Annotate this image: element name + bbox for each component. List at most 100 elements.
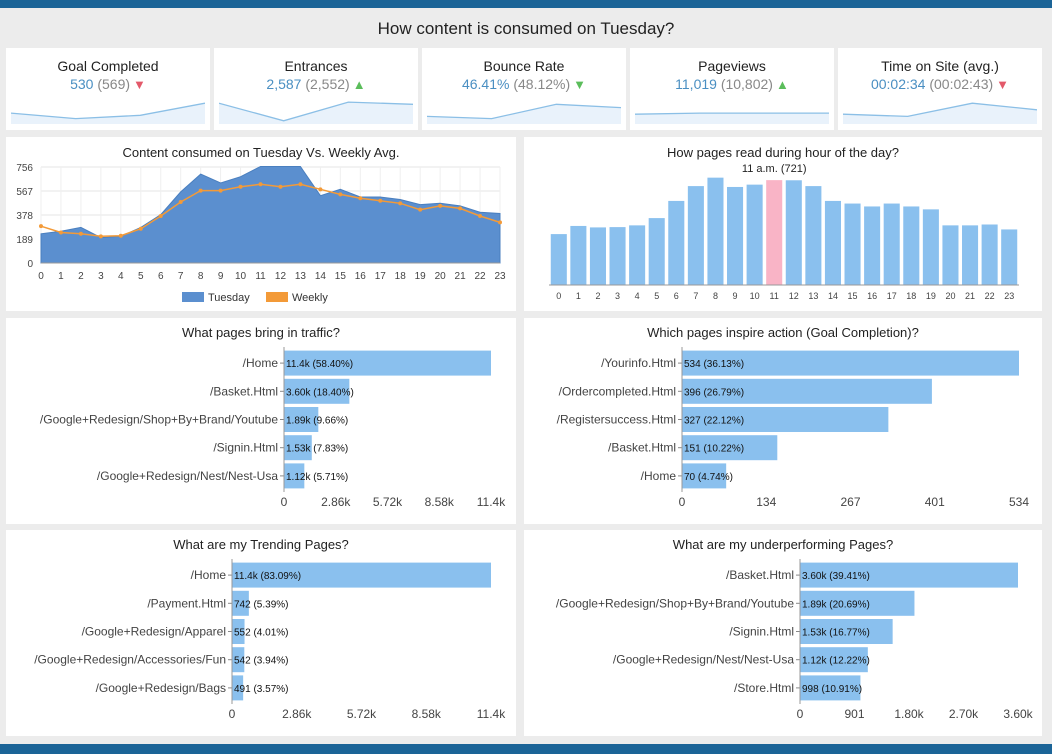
x-tick-label: 19 — [415, 271, 427, 282]
page-title: How content is consumed on Tuesday? — [377, 19, 675, 38]
data-label: 552 (4.01%) — [234, 628, 288, 639]
hbar-chart-goal[interactable]: /Yourinfo.Html 534 (36.13%) /Ordercomplete… — [524, 318, 1042, 524]
category-label: /Yourinfo.Html — [601, 356, 676, 370]
data-label: 1.12k (12.22%) — [802, 656, 870, 667]
y-tick-label: 567 — [16, 187, 33, 198]
category-label: /Home — [641, 469, 677, 483]
bar — [727, 186, 744, 285]
x-tick-label: 401 — [925, 495, 945, 509]
bar-annotation: 11 a.m. (721) — [742, 163, 807, 175]
y-tick-label: 378 — [16, 211, 33, 222]
trend-down-icon: ▼ — [573, 77, 587, 92]
kpi-label: Goal Completed — [57, 58, 159, 74]
legend-swatch — [266, 292, 288, 302]
x-tick-label: 21 — [455, 271, 467, 282]
data-point — [39, 224, 43, 229]
panel-area-chart: Content consumed on Tuesday Vs. Weekly A… — [6, 137, 516, 311]
bar — [903, 206, 920, 285]
x-tick-label: 8.58k — [412, 707, 442, 721]
data-point — [138, 226, 143, 231]
sparkline — [635, 112, 829, 124]
kpi-value: 46.41% — [461, 76, 510, 92]
kpi-previous: (10,802) — [720, 76, 773, 92]
kpi-entrances[interactable]: Entrances 2,587 (2,552) ▲ — [214, 48, 418, 130]
area-chart[interactable]: 01893785677560 1 2 3 4 5 6 7 8 9 10 11 12 13 14 15 16 17 1… — [6, 137, 516, 311]
x-tick-label: 12 — [275, 271, 287, 282]
data-point — [438, 203, 443, 208]
x-tick-label: 0 — [797, 707, 804, 721]
panel-hourly-chart: How pages read during hour of the day? 0… — [524, 137, 1042, 311]
sparkline — [427, 103, 621, 124]
category-label: /Ordercompleted.Html — [559, 384, 676, 398]
x-tick-label: 20 — [945, 291, 955, 301]
data-label: 70 (4.74%) — [684, 472, 733, 483]
sparkline-area — [219, 102, 413, 124]
x-tick-label: 1.80k — [894, 707, 924, 721]
trend-down-icon: ▼ — [996, 77, 1010, 92]
x-tick-label: 3 — [98, 271, 104, 282]
panel-underperforming-pages: What are my underperforming Pages? /Bask… — [524, 530, 1042, 736]
x-tick-label: 4 — [118, 271, 124, 282]
x-tick-label: 0 — [229, 707, 236, 721]
panel-goal-pages: Which pages inspire action (Goal Complet… — [524, 318, 1042, 524]
bar — [883, 203, 900, 285]
x-tick-label: 2.86k — [321, 495, 351, 509]
chart-title: What are my Trending Pages? — [173, 537, 349, 552]
bar — [746, 184, 763, 285]
x-tick-label: 134 — [756, 495, 776, 509]
bar — [589, 227, 606, 285]
x-tick-label: 18 — [906, 291, 916, 301]
hbar-chart-trending[interactable]: /Home 11.4k (83.09%) /Payment.Html 742 (5.3… — [6, 530, 516, 736]
data-label: 1.89k (9.66%) — [286, 416, 348, 427]
x-tick-label: 5.72k — [373, 495, 403, 509]
kpi-bounce-rate[interactable]: Bounce Rate 46.41% (48.12%) ▼ — [422, 48, 626, 130]
x-tick-label: 14 — [315, 271, 327, 282]
bar — [981, 224, 998, 285]
chart-title: Content consumed on Tuesday Vs. Weekly A… — [122, 145, 400, 160]
hourly-bar-chart[interactable]: 0 1 2 3 4 5 6 7 8 9 10 11 12 13 14 15 16 17 18 19 20 21 22 2311… — [524, 137, 1042, 311]
panel-trending-pages: What are my Trending Pages? /Home 11.4k (… — [6, 530, 516, 736]
bar — [942, 225, 959, 285]
x-tick-label: 8.58k — [425, 495, 455, 509]
x-tick-label: 11.4k — [477, 707, 506, 721]
x-tick-label: 20 — [435, 271, 447, 282]
x-tick-label: 2.70k — [949, 707, 979, 721]
kpi-pageviews[interactable]: Pageviews 11,019 (10,802) ▲ — [630, 48, 834, 130]
x-tick-label: 6 — [158, 271, 164, 282]
chart-title: What pages bring in traffic? — [181, 325, 340, 340]
x-tick-label: 7 — [178, 271, 184, 282]
data-label: 1.53k (16.77%) — [802, 628, 870, 639]
data-point — [358, 196, 363, 201]
chart-title: Which pages inspire action (Goal Complet… — [647, 325, 919, 340]
legend-label: Weekly — [292, 292, 328, 304]
sparkline-area — [427, 104, 621, 124]
x-tick-label: 11 — [770, 291, 779, 301]
x-tick-label: 17 — [887, 291, 897, 301]
x-tick-label: 0 — [679, 495, 686, 509]
kpi-label: Entrances — [284, 58, 348, 74]
kpi-goal-completed[interactable]: Goal Completed 530 (569) ▼ — [6, 48, 210, 130]
x-tick-label: 1 — [576, 291, 581, 301]
x-tick-label: 9 — [218, 271, 224, 282]
bar — [668, 200, 685, 285]
data-point — [298, 182, 303, 187]
bar — [824, 200, 841, 285]
sparkline-area — [635, 113, 829, 124]
x-tick-label: 6 — [674, 291, 679, 301]
data-label: 1.53k (7.83%) — [286, 444, 348, 455]
hbar-chart-traffic[interactable]: /Home 11.4k (58.40%) /Basket.Html 3.60k (18… — [6, 318, 516, 524]
kpi-time-on-site[interactable]: Time on Site (avg.) 00:02:34 (00:02:43) ▼ — [838, 48, 1042, 130]
sparkline-area — [11, 103, 205, 124]
kpi-previous: (00:02:43) — [929, 76, 994, 92]
data-point — [338, 192, 343, 197]
x-tick-label: 19 — [926, 291, 936, 301]
x-tick-label: 7 — [693, 291, 698, 301]
x-tick-label: 8 — [198, 271, 204, 282]
data-label: 1.89k (20.69%) — [802, 599, 870, 610]
hbar-chart-underperforming[interactable]: /Basket.Html 3.60k (39.41%) /Google+Redesi… — [524, 530, 1042, 736]
x-tick-label: 5 — [138, 271, 144, 282]
data-point — [178, 200, 183, 205]
data-label: 11.4k (83.09%) — [234, 571, 301, 582]
data-label: 3.60k (39.41%) — [802, 571, 870, 582]
x-tick-label: 4 — [635, 291, 640, 301]
